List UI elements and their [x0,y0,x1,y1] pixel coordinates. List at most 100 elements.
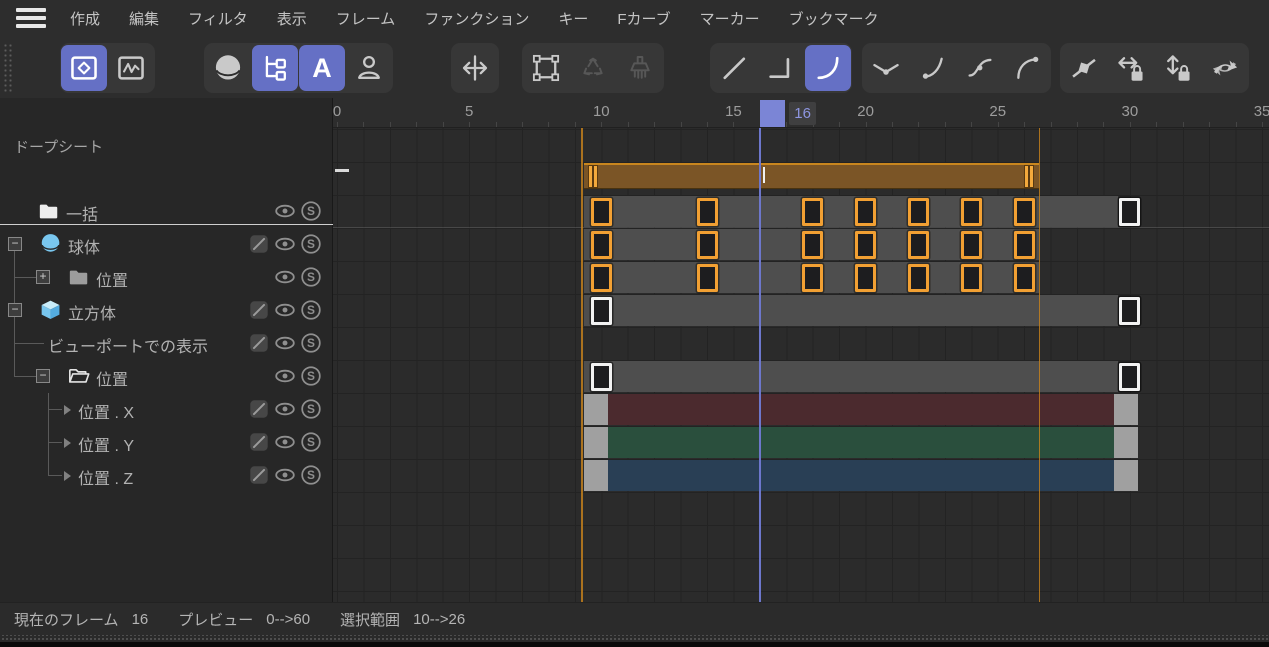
tree-row-sphere-position[interactable]: +位置S [0,261,332,294]
playhead-handle[interactable] [760,100,785,127]
keyframe[interactable] [591,363,612,391]
visibility-eye-icon[interactable] [274,365,296,387]
tree-row-position-y[interactable]: 位置 . YS [0,426,332,459]
tree-row-viewport-display[interactable]: ビューポートでの表示S [0,327,332,360]
toolbar-drag-handle-icon[interactable] [2,42,12,92]
keyframe[interactable] [697,198,718,226]
range-start-handle[interactable] [584,394,608,425]
keyframe[interactable] [697,264,718,292]
region-tool-button[interactable] [523,45,569,91]
solo-toggle-icon[interactable]: S [300,398,322,420]
tangent-vee-button[interactable] [863,45,909,91]
animation-off-toggle-icon[interactable] [248,464,270,486]
keyframe[interactable] [855,231,876,259]
solo-toggle-icon[interactable]: S [300,266,322,288]
keyframe[interactable] [802,198,823,226]
fcurve-mode-button[interactable] [108,45,154,91]
menu-item-7[interactable]: Fカーブ [617,11,670,28]
tangent-ease-in-button[interactable] [910,45,956,91]
tree-row-cube-position[interactable]: −位置S [0,360,332,393]
ripple-edit-button[interactable] [570,45,616,91]
visibility-eye-icon[interactable] [274,299,296,321]
keyframe[interactable] [591,264,612,292]
keyframe[interactable] [961,231,982,259]
visibility-eye-icon[interactable] [274,464,296,486]
keyframe[interactable] [1119,297,1140,325]
selection-handle-stripe[interactable] [1030,166,1033,187]
solo-toggle-icon[interactable]: S [300,332,322,354]
show-character-button[interactable] [346,45,392,91]
dope-sheet-mode-button[interactable] [61,45,107,91]
animation-off-toggle-icon[interactable] [248,332,270,354]
selection-range-bar[interactable] [584,163,1039,189]
fcurve-range-position-z[interactable] [584,460,1138,491]
lock-time-button[interactable] [1108,45,1154,91]
keyframe[interactable] [591,231,612,259]
solo-toggle-icon[interactable]: S [300,464,322,486]
keyframe[interactable] [802,264,823,292]
visibility-eye-icon[interactable] [274,266,296,288]
visibility-eye-icon[interactable] [274,332,296,354]
lock-value-button[interactable] [1155,45,1201,91]
solo-toggle-icon[interactable]: S [300,233,322,255]
show-hierarchy-button[interactable] [252,45,298,91]
keyframe[interactable] [961,198,982,226]
menu-item-9[interactable]: ブックマーク [789,11,879,28]
resize-grip[interactable] [0,635,1269,642]
visibility-eye-icon[interactable] [274,431,296,453]
keyframe[interactable] [591,198,612,226]
solo-toggle-icon[interactable]: S [300,200,322,222]
range-end-handle[interactable] [1114,460,1138,491]
linear-interpolation-button[interactable] [711,45,757,91]
solo-toggle-icon[interactable]: S [300,365,322,387]
keyframe[interactable] [802,231,823,259]
move-keys-button[interactable] [452,45,498,91]
tree-row-position-z[interactable]: 位置 . ZS [0,459,332,492]
tangent-ease-out-button[interactable] [1004,45,1050,91]
break-tangents-button[interactable] [1061,45,1107,91]
preview-start-marker[interactable] [335,169,349,172]
animation-off-toggle-icon[interactable] [248,398,270,420]
keyframe[interactable] [961,264,982,292]
collapse-toggle[interactable]: − [8,303,22,317]
animation-off-toggle-icon[interactable] [248,299,270,321]
collapse-toggle[interactable]: − [8,237,22,251]
range-start-handle[interactable] [584,460,608,491]
step-interpolation-button[interactable] [758,45,804,91]
menu-item-8[interactable]: マーカー [700,11,760,28]
keyframe[interactable] [697,231,718,259]
range-end-handle[interactable] [1114,394,1138,425]
menu-item-1[interactable]: 編集 [129,11,159,28]
menu-item-6[interactable]: キー [558,11,588,28]
frame-ruler[interactable]: 0510152025303516 [333,98,1269,128]
keyframe[interactable] [1119,363,1140,391]
menu-item-0[interactable]: 作成 [70,11,100,28]
tree-row-cube[interactable]: −立方体S [0,294,332,327]
timeline-canvas[interactable] [333,128,1269,602]
keyframe[interactable] [1014,198,1035,226]
keyframe[interactable] [908,198,929,226]
keyframe[interactable] [1014,231,1035,259]
expand-triangle-icon[interactable] [64,471,71,481]
keyframe[interactable] [908,264,929,292]
spline-interpolation-button[interactable] [805,45,851,91]
animation-off-toggle-icon[interactable] [248,233,270,255]
expand-triangle-icon[interactable] [64,438,71,448]
show-animated-button[interactable]: A [299,45,345,91]
solo-toggle-icon[interactable]: S [300,299,322,321]
tree-row-sphere[interactable]: −球体S [0,228,332,261]
visibility-eye-icon[interactable] [274,398,296,420]
selection-handle-stripe[interactable] [589,166,592,187]
keyframe[interactable] [855,198,876,226]
keyframe[interactable] [1119,198,1140,226]
visibility-eye-icon[interactable] [274,233,296,255]
keyframe[interactable] [908,231,929,259]
paint-keys-button[interactable] [617,45,663,91]
auto-tangents-button[interactable] [1202,45,1248,91]
fcurve-range-position-x[interactable] [584,394,1138,425]
keyframe[interactable] [1014,264,1035,292]
playhead-line[interactable] [759,128,761,602]
keyframe[interactable] [855,264,876,292]
fcurve-range-position-y[interactable] [584,427,1138,458]
menu-item-3[interactable]: 表示 [277,11,307,28]
